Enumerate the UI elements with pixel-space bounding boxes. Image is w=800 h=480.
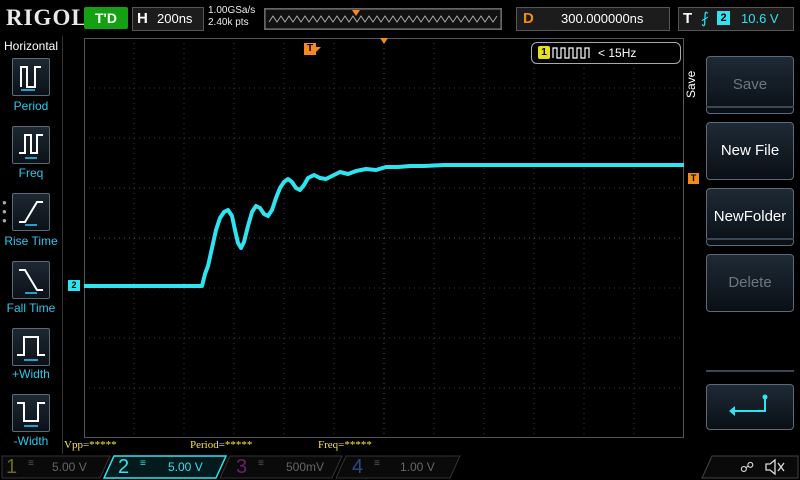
page-indicator-dots: ● ● ●: [2, 198, 7, 225]
rising-edge-icon: ⨏: [701, 10, 709, 27]
channel-scale: 1.00 V: [400, 460, 435, 474]
horizontal-measure-menu: Horizontal Period Freq ● ● ● Rise Time Fal…: [0, 36, 63, 454]
vpp-measurement[interactable]: Vpp=*****: [64, 439, 117, 451]
trigger-level-value: 10.6 V: [741, 11, 779, 26]
menu-title: Horizontal: [3, 39, 59, 53]
positive-width-label: +Width: [12, 367, 50, 381]
fall-time-icon[interactable]: [12, 261, 50, 299]
trigger-position-marker[interactable]: T: [304, 43, 316, 55]
channel-4-tab[interactable]: 4 ≡ 1.00 V: [352, 456, 452, 478]
channel-number: 4: [352, 456, 364, 478]
freq-label: Freq: [18, 166, 44, 180]
ch2-offset-marker[interactable]: 2: [68, 280, 80, 291]
enter-icon: [729, 394, 768, 416]
frequency-counter[interactable]: 1 < 15Hz: [531, 42, 681, 64]
menu-separator: [706, 106, 794, 108]
screen-center-marker-icon: [380, 38, 388, 44]
trigger-indicator[interactable]: T ⨏ 2 10.6 V: [678, 7, 794, 31]
dc-coupling-icon: ≡: [374, 458, 380, 469]
sample-rate: 1.00GSa/s: [208, 5, 256, 16]
channel-number: 1: [6, 456, 18, 478]
delay-label: D: [523, 10, 534, 27]
freq-measurement[interactable]: Freq=*****: [318, 439, 372, 451]
graticule: [84, 38, 684, 438]
channel-number: 3: [236, 456, 248, 478]
channel-scale: 5.00 V: [168, 460, 203, 474]
dc-coupling-icon: ≡: [140, 458, 146, 469]
period-icon[interactable]: [12, 58, 50, 96]
trigger-label: T: [683, 10, 693, 27]
counter-channel-badge: 1: [538, 46, 550, 59]
channel-1-tab[interactable]: 1 ≡ 5.00 V: [6, 456, 106, 478]
waveform-memory-preview[interactable]: [264, 8, 502, 30]
rise-time-icon[interactable]: [12, 193, 50, 231]
timebase-value: 200ns: [157, 11, 193, 26]
menu-separator: [706, 238, 794, 240]
channel-scale: 500mV: [286, 460, 325, 474]
timebase-indicator[interactable]: H 200ns: [132, 7, 204, 31]
speaker-muted-icon[interactable]: [764, 458, 786, 476]
fall-time-label: Fall Time: [6, 301, 56, 315]
brand-logo: RIGOL: [6, 5, 88, 30]
trigger-source-badge: 2: [717, 11, 730, 25]
pulse-train-icon: [552, 47, 590, 59]
run-status-badge[interactable]: T'D: [84, 7, 128, 29]
preview-trigger-marker-icon: [352, 10, 360, 16]
delay-value: 300.000000ns: [561, 11, 644, 26]
channel-2-tab[interactable]: 2 ≡ 5.00 V: [118, 456, 218, 478]
usb-icon: ☍: [740, 459, 755, 475]
timebase-label: H: [137, 10, 148, 27]
freq-icon[interactable]: [12, 126, 50, 164]
delete-button[interactable]: Delete: [706, 254, 794, 312]
dc-coupling-icon: ≡: [258, 458, 264, 469]
memory-preview-wave: [264, 8, 502, 30]
delay-indicator[interactable]: D 300.000000ns: [516, 7, 670, 31]
negative-width-icon[interactable]: [12, 394, 50, 432]
enter-button[interactable]: [706, 384, 794, 430]
period-label: Period: [13, 99, 49, 113]
counter-value: < 15Hz: [598, 46, 637, 60]
waveform-display[interactable]: [84, 38, 684, 438]
memory-depth: 2.40k pts: [208, 17, 249, 28]
new-file-button[interactable]: New File: [706, 122, 794, 180]
rise-time-label: Rise Time: [4, 234, 58, 248]
menu-separator: [706, 370, 794, 372]
channel-number: 2: [118, 456, 130, 478]
positive-width-icon[interactable]: [12, 328, 50, 366]
negative-width-label: -Width: [13, 434, 49, 448]
channel-3-tab[interactable]: 3 ≡ 500mV: [236, 456, 336, 478]
period-measurement[interactable]: Period=*****: [190, 439, 252, 451]
dc-coupling-icon: ≡: [28, 458, 34, 469]
channel-scale: 5.00 V: [52, 460, 87, 474]
trigger-level-marker[interactable]: T: [688, 173, 699, 184]
save-menu-title: Save: [684, 70, 698, 98]
